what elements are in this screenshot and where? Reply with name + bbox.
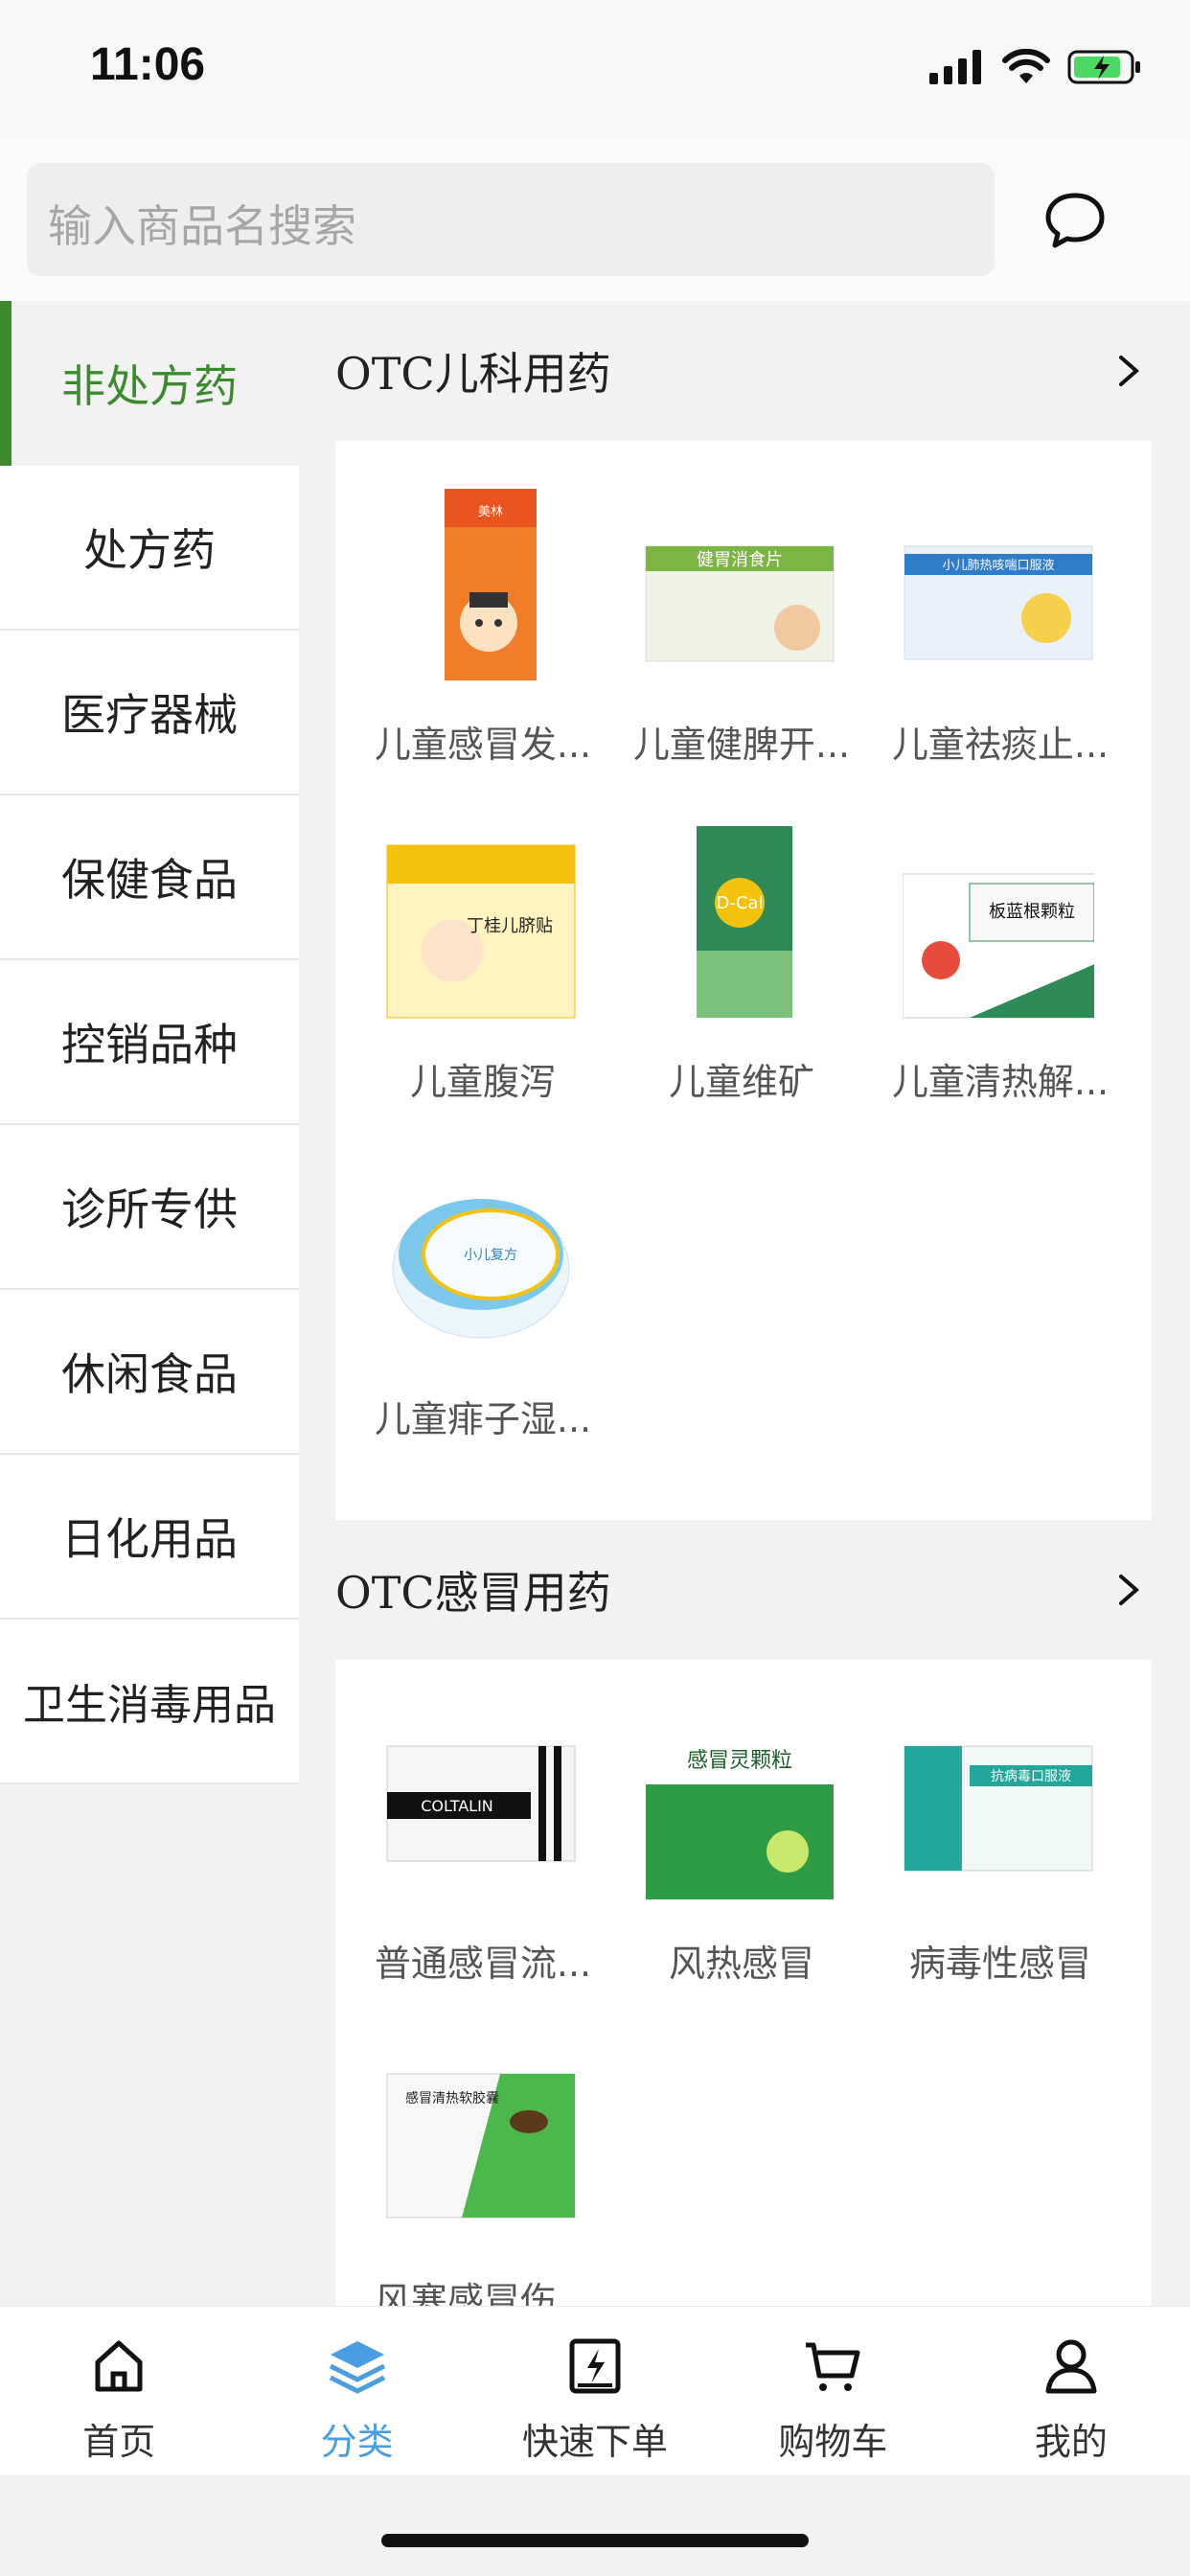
sidebar-item-prescription[interactable]: 处方药 <box>0 466 299 631</box>
signal-icon <box>929 50 981 84</box>
product-name: 普通感冒流... <box>374 1943 592 1985</box>
section-title: OTC儿科用药 <box>335 348 611 400</box>
layers-icon <box>329 2341 385 2394</box>
sidebar-item-medical-devices[interactable]: 医疗器械 <box>0 631 299 795</box>
svg-text:美林: 美林 <box>478 505 503 519</box>
cart-icon <box>806 2342 860 2391</box>
product-name: 儿童祛痰止... <box>891 724 1110 766</box>
product-image: 小儿肺热咳喘口服液 <box>904 545 1093 660</box>
product-name: 病毒性感冒 <box>908 1943 1091 1985</box>
tab-label: 分类 <box>320 2421 394 2463</box>
sidebar-item-clinic-supply[interactable]: 诊所专供 <box>0 1125 299 1290</box>
product-item[interactable]: 美林 儿童感冒发... <box>347 479 606 816</box>
message-icon[interactable] <box>1044 192 1106 249</box>
category-sidebar: 非处方药 处方药 医疗器械 保健食品 控销品种 诊所专供 休闲食品 日化用品 卫… <box>0 301 299 1784</box>
home-icon <box>95 2340 143 2392</box>
section-header-otc-cold[interactable]: OTC感冒用药 <box>335 1520 1152 1660</box>
sidebar-item-health-food[interactable]: 保健食品 <box>0 795 299 960</box>
tab-cart[interactable]: 购物车 <box>714 2307 951 2474</box>
product-name: 风热感冒 <box>668 1943 814 1985</box>
battery-charging-icon <box>1067 50 1140 84</box>
quick-order-icon <box>569 2338 621 2394</box>
product-image: 抗病毒口服液 <box>904 1745 1093 1872</box>
tab-home[interactable]: 首页 <box>0 2307 238 2474</box>
tab-mine[interactable]: 我的 <box>952 2307 1190 2474</box>
svg-text:抗病毒口服液: 抗病毒口服液 <box>991 1769 1071 1784</box>
user-icon <box>1045 2339 1097 2394</box>
svg-text:板蓝根颗粒: 板蓝根颗粒 <box>989 902 1075 922</box>
chevron-right-icon <box>1119 356 1140 386</box>
bottom-safe-area <box>0 2474 1190 2576</box>
product-name: 儿童健脾开... <box>632 724 851 766</box>
product-image: 板蓝根颗粒 <box>903 873 1094 1019</box>
product-item[interactable]: D-Cal 儿童维矿 <box>606 816 864 1154</box>
sidebar-item-daily-chemicals[interactable]: 日化用品 <box>0 1455 299 1620</box>
home-indicator[interactable] <box>381 2534 809 2547</box>
status-bar: 11:06 <box>0 0 1190 138</box>
svg-text:小儿复方: 小儿复方 <box>464 1247 517 1263</box>
tab-label: 快速下单 <box>522 2421 669 2463</box>
chevron-right-icon <box>1119 1575 1140 1605</box>
section-title: OTC感冒用药 <box>335 1567 611 1619</box>
wifi-icon <box>1002 49 1050 83</box>
product-item[interactable]: 板蓝根颗粒 儿童清热解... <box>864 816 1123 1154</box>
sidebar-item-controlled-sales[interactable]: 控销品种 <box>0 960 299 1125</box>
product-item[interactable]: 小儿复方 儿童痱子湿... <box>347 1154 606 1491</box>
product-item[interactable]: 丁桂儿脐贴 儿童腹泻 <box>347 816 606 1154</box>
product-name: 儿童感冒发... <box>374 724 592 766</box>
search-placeholder: 输入商品名搜索 <box>48 200 356 252</box>
product-image: 健胃消食片 <box>645 545 835 662</box>
product-name: 儿童腹泻 <box>409 1061 556 1103</box>
svg-text:健胃消食片: 健胃消食片 <box>697 550 783 570</box>
tab-label: 购物车 <box>778 2421 888 2463</box>
product-name: 儿童维矿 <box>668 1061 814 1103</box>
product-image: COLTALIN <box>386 1745 576 1862</box>
product-item[interactable]: COLTALIN 普通感冒流... <box>347 1698 606 2036</box>
product-image: D-Cal <box>697 826 792 1018</box>
sidebar-item-otc[interactable]: 非处方药 <box>0 301 299 466</box>
product-item[interactable]: 健胃消食片 儿童健脾开... <box>606 479 864 816</box>
svg-text:感冒灵颗粒: 感冒灵颗粒 <box>687 1749 792 1773</box>
category-content: OTC儿科用药 美林 儿童感冒发... 健胃消食片 儿童健脾开... 小儿肺热咳… <box>335 301 1152 2402</box>
section-header-otc-pediatric[interactable]: OTC儿科用药 <box>335 301 1152 441</box>
status-icons <box>929 48 1144 86</box>
product-grid-card: COLTALIN 普通感冒流... 感冒灵颗粒 风热感冒 抗病毒口服液 病毒性感… <box>335 1660 1152 2402</box>
product-image: 小儿复方 <box>392 1199 570 1339</box>
product-image: 美林 <box>445 489 537 680</box>
svg-text:感冒清热软胶囊: 感冒清热软胶囊 <box>405 2090 499 2106</box>
sidebar-item-snacks[interactable]: 休闲食品 <box>0 1290 299 1455</box>
svg-text:丁桂儿脐贴: 丁桂儿脐贴 <box>467 916 553 936</box>
product-item[interactable]: 感冒灵颗粒 风热感冒 <box>606 1698 864 2036</box>
bottom-tab-bar: 首页 分类 快速下单 购物车 我的 <box>0 2306 1190 2474</box>
product-grid-card: 美林 儿童感冒发... 健胃消食片 儿童健脾开... 小儿肺热咳喘口服液 儿童祛… <box>335 441 1152 1520</box>
tab-category[interactable]: 分类 <box>238 2307 475 2474</box>
status-time: 11:06 <box>90 39 206 90</box>
svg-text:小儿肺热咳喘口服液: 小儿肺热咳喘口服液 <box>942 558 1054 573</box>
product-item[interactable]: 小儿肺热咳喘口服液 儿童祛痰止... <box>864 479 1123 816</box>
sidebar-item-disinfection[interactable]: 卫生消毒用品 <box>0 1620 299 1784</box>
search-bar-area: 输入商品名搜索 <box>0 138 1190 301</box>
svg-text:COLTALIN: COLTALIN <box>421 1797 493 1815</box>
tab-label: 首页 <box>82 2421 156 2463</box>
tab-label: 我的 <box>1034 2421 1108 2463</box>
search-input[interactable]: 输入商品名搜索 <box>27 163 995 276</box>
product-image: 感冒清热软胶囊 <box>386 2073 576 2219</box>
tab-quick-order[interactable]: 快速下单 <box>476 2307 714 2474</box>
product-name: 儿童清热解... <box>891 1061 1110 1103</box>
product-item[interactable]: 抗病毒口服液 病毒性感冒 <box>864 1698 1123 2036</box>
app-screen: 11:06 输入商品名搜索 非处方药 处方药 医疗器械 保健食品 控销品种 诊所… <box>0 0 1190 2576</box>
product-name: 儿童痱子湿... <box>374 1398 592 1440</box>
svg-text:D-Cal: D-Cal <box>717 893 764 913</box>
product-image: 丁桂儿脐贴 <box>386 844 576 1019</box>
product-image: 感冒灵颗粒 <box>646 1727 834 1899</box>
